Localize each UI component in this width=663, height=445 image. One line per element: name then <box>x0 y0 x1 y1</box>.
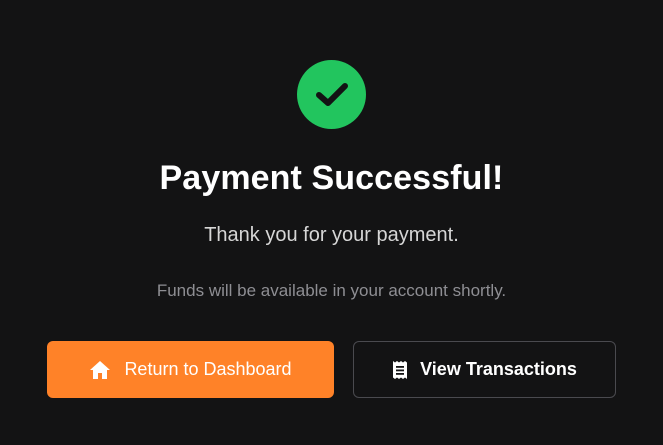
return-to-dashboard-label: Return to Dashboard <box>124 359 292 379</box>
return-to-dashboard-button[interactable]: Return to Dashboard <box>47 341 334 398</box>
thank-you-message: Thank you for your payment. <box>204 224 459 246</box>
view-transactions-button[interactable]: View Transactions <box>353 341 616 398</box>
view-transactions-label: View Transactions <box>420 359 577 379</box>
home-icon <box>89 360 111 380</box>
page-title: Payment Successful! <box>159 159 504 197</box>
check-icon <box>315 82 348 106</box>
success-check-icon <box>297 60 366 129</box>
receipt-icon <box>392 360 408 380</box>
funds-note: Funds will be available in your account … <box>156 281 507 300</box>
payment-success-card: Payment Successful! Thank you for your p… <box>0 0 663 445</box>
